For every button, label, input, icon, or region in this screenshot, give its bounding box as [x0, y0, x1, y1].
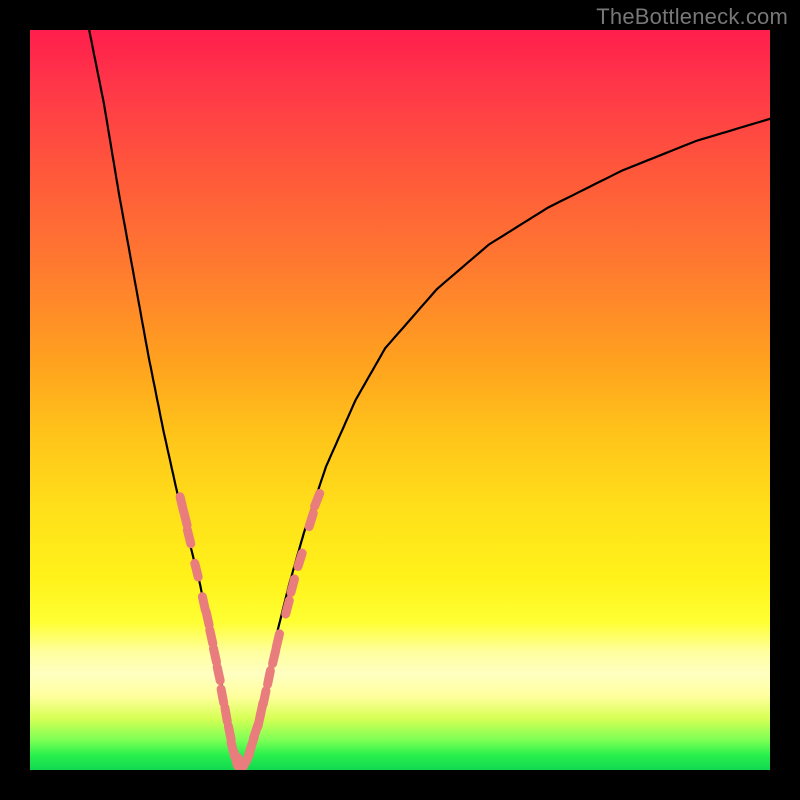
- plot-area: [30, 30, 770, 770]
- highlight-marker: [298, 553, 302, 566]
- highlight-marker: [225, 708, 227, 722]
- highlight-marker: [286, 600, 290, 614]
- highlight-marker: [184, 512, 187, 526]
- series-right-branch: [245, 119, 770, 763]
- chart-container: TheBottleneck.com: [0, 0, 800, 800]
- curve-svg: [30, 30, 770, 770]
- highlight-marker: [206, 612, 209, 626]
- highlight-marker: [228, 726, 231, 740]
- highlight-marker: [268, 671, 271, 685]
- highlight-marker: [195, 563, 198, 577]
- highlight-marker: [217, 667, 220, 681]
- highlight-marker: [309, 513, 313, 526]
- highlight-marker: [315, 493, 320, 506]
- highlight-marker: [187, 530, 190, 544]
- curve-group: [89, 30, 770, 763]
- highlight-marker: [263, 691, 266, 705]
- highlight-marker: [291, 579, 295, 593]
- highlight-marker: [221, 689, 224, 703]
- highlight-marker: [214, 649, 217, 663]
- marker-group: [180, 493, 320, 770]
- highlight-marker: [210, 630, 213, 644]
- watermark-text: TheBottleneck.com: [596, 4, 788, 30]
- highlight-marker: [276, 634, 279, 648]
- highlight-marker: [273, 650, 276, 664]
